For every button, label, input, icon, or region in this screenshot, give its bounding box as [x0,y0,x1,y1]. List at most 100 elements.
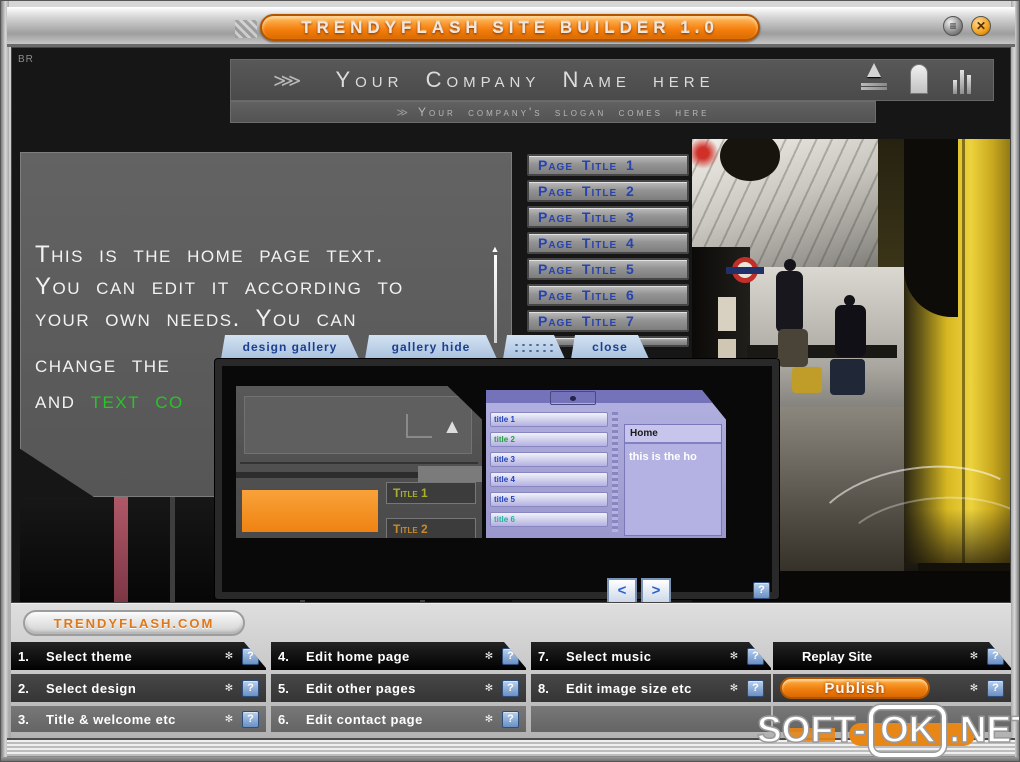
corner-mark: BR [18,54,34,65]
toolbar-column-2: 4. Edit home page ✻ ? 5. Edit other page… [271,642,526,736]
dots-icon [513,342,555,353]
thumb-menu-item: title 4 [490,472,608,487]
titlebar-pattern [235,20,257,38]
publish-button[interactable]: Publish [780,677,930,699]
gallery-prev-button[interactable]: < [607,578,637,603]
pink-stripe [114,497,128,603]
cursor-icon: ✻ [482,714,496,725]
thumb-body-text: this is the ho [625,444,721,470]
tab-close[interactable]: close [571,335,649,359]
window-bezel-right [1011,1,1019,762]
watermark: SOFT-OK.NET [757,705,1020,757]
help-button[interactable]: ? [987,648,1004,665]
window-title: TrendyFlash Site Builder 1.0 [301,18,719,38]
page-title-button-3[interactable]: Page Title 3 [527,206,689,228]
toolbar-item-select-music[interactable]: 7. Select music ✻ ? [531,642,771,670]
toolbar-item-title-welcome[interactable]: 3. Title & welcome etc ✻ ? [11,706,266,732]
toolbar-item-select-theme[interactable]: 1. Select theme ✻ ? [11,642,266,670]
help-button[interactable]: ? [502,711,519,728]
home-text-line: You can edit it according to [35,271,404,303]
brand-pill[interactable]: TrendyFlash.com [23,610,245,636]
toolbar-item-replay-site[interactable]: Replay Site ✻ ? [773,642,1011,670]
red-mark [692,139,718,169]
door-icon [910,64,928,94]
brand-label: TrendyFlash.com [54,616,215,631]
help-button[interactable]: ? [502,648,519,665]
page-title-button-5[interactable]: Page Title 5 [527,258,689,280]
site-slogan-bar[interactable]: ≫ Your company's slogan comes here [230,101,876,123]
pyramid-icon: ▲ [857,58,891,90]
slogan-chevron-icon: ≫ [396,106,408,119]
help-button[interactable]: ? [242,711,259,728]
thumb-menu-item: title 1 [490,412,608,427]
help-button[interactable]: ? [242,680,259,697]
home-text-line: This is the home page text. [35,239,404,271]
company-name: Your Company Name here [335,67,714,93]
cursor-icon: ✻ [482,683,496,694]
toolbar-item-edit-home[interactable]: 4. Edit home page ✻ ? [271,642,526,670]
help-button[interactable]: ? [987,680,1004,697]
toolbar-item-edit-contact[interactable]: 6. Edit contact page ✻ ? [271,706,526,732]
help-button[interactable]: ? [242,648,259,665]
cursor-icon: ✻ [222,714,236,725]
cursor-icon: ✻ [222,683,236,694]
company-slogan: Your company's slogan comes here [418,105,710,119]
cursor-icon: ✻ [967,651,981,662]
thumb-title-2: Title 2 [386,518,476,538]
photo-person [835,305,866,357]
thumb-menu-item: title 3 [490,452,608,467]
gallery-next-button[interactable]: > [641,578,671,603]
page-title-button-4[interactable]: Page Title 4 [527,232,689,254]
title-pill: TrendyFlash Site Builder 1.0 [260,14,760,41]
window-bezel-left [1,1,9,762]
page-title-button-6[interactable]: Page Title 6 [527,284,689,306]
page-title-button-2[interactable]: Page Title 2 [527,180,689,202]
cursor-icon: ✻ [482,651,496,662]
page-title-button-7[interactable]: Page Title 7 [527,310,689,332]
page-title-menu: Page Title 1 Page Title 2 Page Title 3 P… [527,154,689,351]
home-text-green: text co [91,387,184,414]
toolbar-column-1: 1. Select theme ✻ ? 2. Select design ✻ ?… [11,642,266,736]
photo-person [776,271,803,333]
close-icon: ✕ [976,19,986,33]
toolbar-item-edit-other[interactable]: 5. Edit other pages ✻ ? [271,674,526,702]
titlebar[interactable]: TrendyFlash Site Builder 1.0 ≡ ✕ [7,7,1015,47]
gallery-help-button[interactable]: ? [753,582,770,599]
equalizer-icon [953,66,971,94]
text-scrollbar[interactable]: ▲ [489,245,501,345]
cursor-icon: ✻ [727,683,741,694]
toolbar-item-edit-image-size[interactable]: 8. Edit image size etc ✻ ? [531,674,771,702]
thumb-menu-item: title 5 [490,492,608,507]
close-button[interactable]: ✕ [971,16,991,36]
chevrons-icon: ⋙ [273,69,301,92]
help-button[interactable]: ? [502,680,519,697]
thumb-orange-block [242,490,378,532]
tab-drag-handle[interactable] [503,335,565,359]
cursor-icon: ✻ [727,651,741,662]
cursor-icon: ✻ [967,683,981,694]
help-button[interactable]: ? [747,680,764,697]
minimize-button[interactable]: ≡ [943,16,963,36]
scroll-up-icon: ▲ [489,245,501,254]
thumb-menu-item: title 2 [490,432,608,447]
design-thumbnail-gray[interactable]: ▲ Title 1 Title 2 [236,386,482,538]
design-thumbnail-purple[interactable]: title 1 title 2 title 3 title 4 title 5 … [486,390,726,538]
home-text-line: your own needs. You can [35,303,404,335]
site-preview-canvas: BR ⋙ Your Company Name here ≫ Your compa… [11,47,1011,603]
design-gallery-dialog: design gallery gallery hide close ▲ Titl… [215,335,779,599]
toolbar-row-publish: Publish ✻ ? [773,674,1011,702]
minimize-icon: ≡ [949,19,956,33]
toolbar-item-select-design[interactable]: 2. Select design ✻ ? [11,674,266,702]
thumb-menu-item: title 6 [490,512,608,527]
thumb-home-label: Home [625,425,721,444]
pyramid-icon: ▲ [442,416,462,439]
tab-design-gallery[interactable]: design gallery [221,335,359,359]
tab-gallery-hide[interactable]: gallery hide [365,335,497,359]
window-bottom-edge [1,757,1020,762]
toolbar-row-empty [531,706,771,732]
toolbar-column-3: 7. Select music ✻ ? 8. Edit image size e… [531,642,771,736]
help-button[interactable]: ? [747,648,764,665]
app-window: TrendyFlash Site Builder 1.0 ≡ ✕ BR ⋙ Yo… [0,0,1020,762]
cursor-icon: ✻ [222,651,236,662]
page-title-button-1[interactable]: Page Title 1 [527,154,689,176]
